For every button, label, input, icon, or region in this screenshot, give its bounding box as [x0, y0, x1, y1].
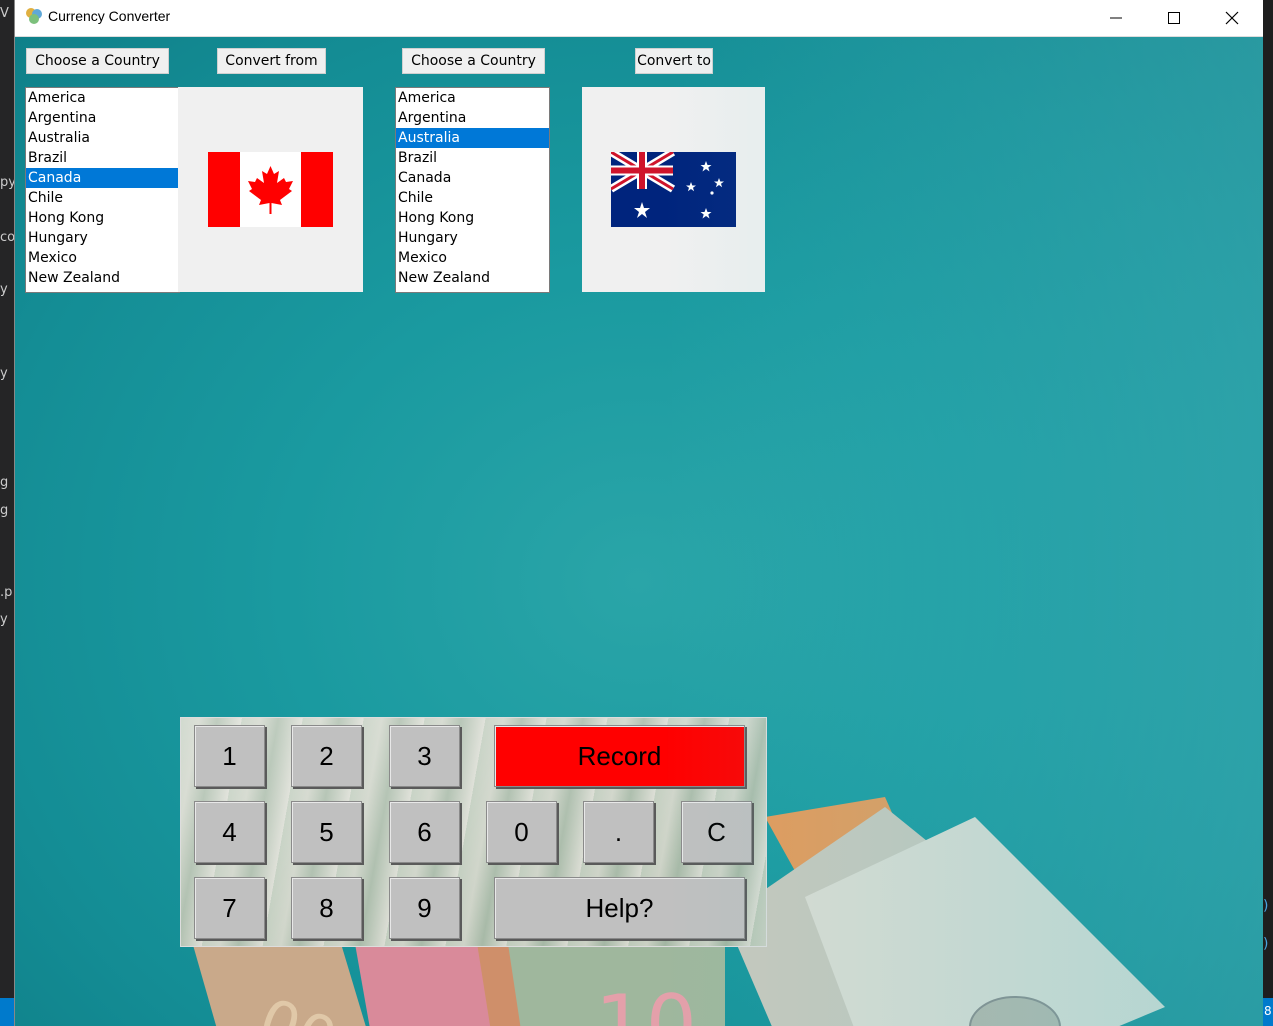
from-country-item[interactable]: Argentina: [26, 108, 179, 128]
close-icon: [1225, 11, 1239, 25]
to-country-item[interactable]: Hong Kong: [396, 208, 549, 228]
record-button[interactable]: Record: [494, 725, 745, 787]
to-country-item[interactable]: Chile: [396, 188, 549, 208]
to-choose-country-label: Choose a Country: [402, 48, 545, 74]
background-editor-strip: V py co y y g g .p y: [0, 0, 14, 1026]
close-button[interactable]: [1203, 0, 1261, 36]
key-3-button[interactable]: 3: [389, 725, 460, 787]
maximize-icon: [1168, 12, 1180, 24]
canada-flag-icon: [208, 152, 333, 227]
from-flag-panel: [178, 87, 363, 292]
keypad-panel: 1 2 3 Record 4 5 6 0 . C 7 8 9 Help?: [180, 717, 767, 947]
window-title: Currency Converter: [48, 8, 171, 24]
key-0-button[interactable]: 0: [486, 801, 557, 863]
to-country-item[interactable]: Brazil: [396, 148, 549, 168]
to-country-item[interactable]: New Zealand: [396, 268, 549, 288]
from-country-item[interactable]: Chile: [26, 188, 179, 208]
to-country-item[interactable]: Canada: [396, 168, 549, 188]
key-5-button[interactable]: 5: [291, 801, 362, 863]
convert-to-label: Convert to: [635, 48, 713, 74]
to-flag-panel: [582, 87, 765, 292]
key-2-button[interactable]: 2: [291, 725, 362, 787]
from-country-item[interactable]: New Zealand: [26, 268, 179, 288]
currency-converter-window: Currency Converter 00 10 Choose a Countr…: [14, 0, 1263, 1026]
app-icon: [26, 8, 42, 24]
help-button[interactable]: Help?: [494, 877, 745, 939]
key-6-button[interactable]: 6: [389, 801, 460, 863]
to-country-item[interactable]: Argentina: [396, 108, 549, 128]
australia-flag-icon: [611, 152, 736, 227]
decimal-point-button[interactable]: .: [583, 801, 654, 863]
key-1-button[interactable]: 1: [194, 725, 265, 787]
convert-from-label: Convert from: [217, 48, 326, 74]
svg-text:10: 10: [595, 978, 697, 1026]
from-country-item[interactable]: Mexico: [26, 248, 179, 268]
minimize-icon: [1110, 17, 1122, 19]
from-country-item[interactable]: America: [26, 88, 179, 108]
key-8-button[interactable]: 8: [291, 877, 362, 939]
minimize-button[interactable]: [1087, 0, 1145, 36]
to-country-item[interactable]: Mexico: [396, 248, 549, 268]
clear-button[interactable]: C: [681, 801, 752, 863]
maximize-button[interactable]: [1145, 0, 1203, 36]
from-choose-country-label: Choose a Country: [26, 48, 169, 74]
to-country-list[interactable]: America Argentina Australia Brazil Canad…: [395, 87, 550, 293]
to-country-item[interactable]: Hungary: [396, 228, 549, 248]
key-9-button[interactable]: 9: [389, 877, 460, 939]
from-country-item[interactable]: Hong Kong: [26, 208, 179, 228]
to-country-item-selected[interactable]: Australia: [396, 128, 549, 148]
to-country-item[interactable]: America: [396, 88, 549, 108]
from-country-item-selected[interactable]: Canada: [26, 168, 179, 188]
from-country-item[interactable]: Hungary: [26, 228, 179, 248]
key-7-button[interactable]: 7: [194, 877, 265, 939]
from-country-item[interactable]: Australia: [26, 128, 179, 148]
main-content: 00 10 Choose a Country Convert from Amer…: [15, 37, 1263, 1026]
title-bar: Currency Converter: [15, 0, 1263, 37]
from-country-list[interactable]: America Argentina Australia Brazil Canad…: [25, 87, 180, 293]
from-country-item[interactable]: Brazil: [26, 148, 179, 168]
key-4-button[interactable]: 4: [194, 801, 265, 863]
